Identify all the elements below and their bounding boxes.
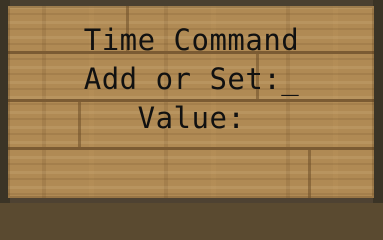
sign-line-3[interactable]: Value: bbox=[0, 102, 383, 134]
sign-line-2[interactable]: Add or Set:_ bbox=[0, 63, 383, 95]
plank-joint bbox=[308, 150, 311, 198]
game-scene: Time Command Add or Set:_ Value: bbox=[0, 0, 383, 203]
sign-line-1[interactable]: Time Command bbox=[0, 24, 383, 56]
